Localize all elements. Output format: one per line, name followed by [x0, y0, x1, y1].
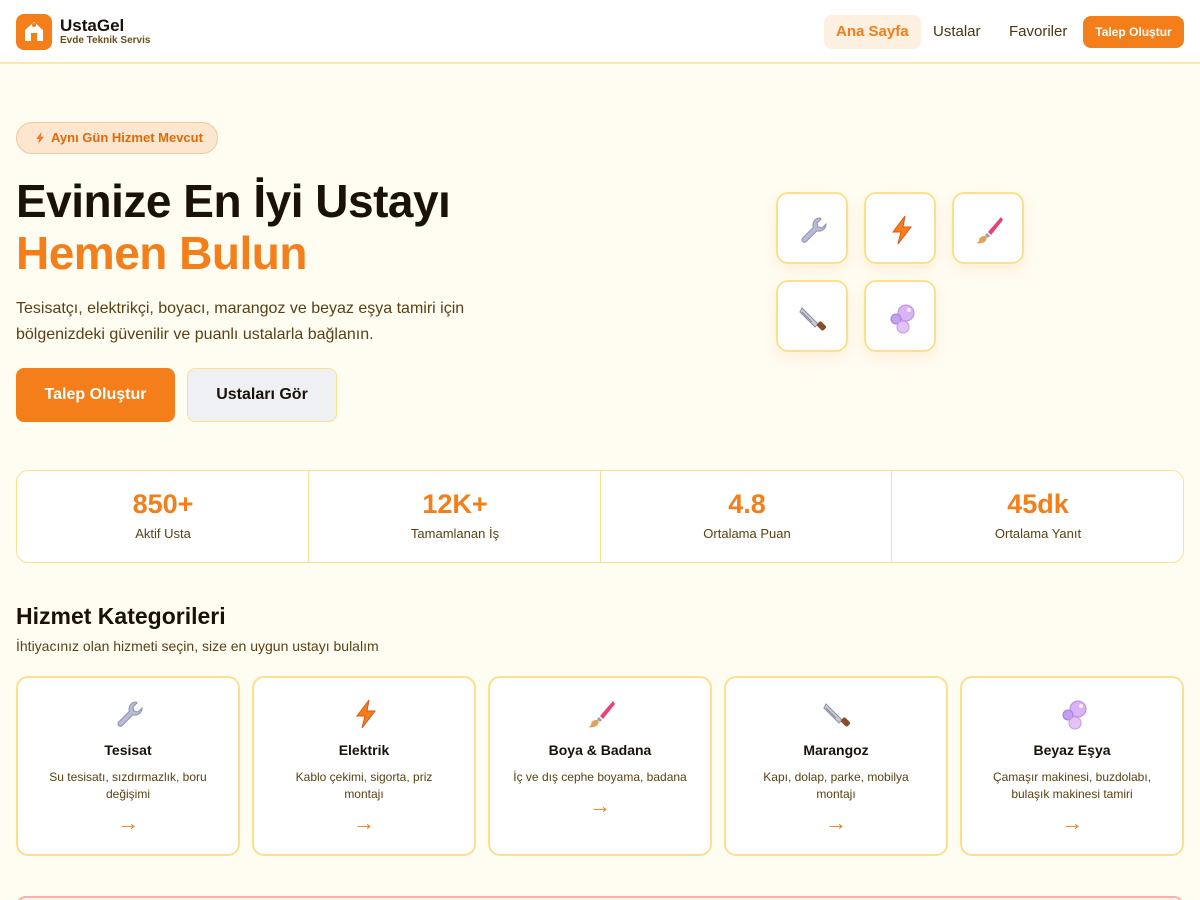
category-card-paint[interactable]: Boya & Badana İç ve dış cephe boyama, ba…: [488, 676, 712, 856]
tile-paint[interactable]: [952, 192, 1024, 264]
category-name: Beyaz Eşya: [1033, 742, 1111, 758]
category-name: Boya & Badana: [548, 742, 652, 758]
saw-icon: [822, 698, 854, 730]
paintbrush-icon: [974, 214, 1006, 246]
house-icon[interactable]: [16, 14, 52, 50]
arrow-right-icon[interactable]: →: [726, 810, 946, 836]
paintbrush-icon: [586, 698, 618, 730]
brand-tagline: Evde Teknik Servis: [60, 35, 151, 46]
nav-item-home[interactable]: Ana Sayfa: [824, 15, 921, 49]
category-card-appliance[interactable]: Beyaz Eşya Çamaşır makinesi, buzdolabı, …: [960, 676, 1184, 856]
category-description: İç ve dış cephe boyama, badana: [513, 770, 687, 784]
stat-average-response: 45dk Ortalama Yanıt: [892, 471, 1184, 562]
category-description: Kapı, dolap, parke, mobilya montajı: [763, 770, 909, 801]
arrow-right-icon[interactable]: →: [490, 793, 710, 819]
stat-value: 45dk: [1007, 489, 1069, 519]
hero-title-line2: Hemen Bulun: [16, 227, 307, 279]
create-request-button[interactable]: Talep Oluştur: [1083, 16, 1184, 48]
category-name: Marangoz: [803, 742, 869, 758]
stat-average-rating: 4.8 Ortalama Puan: [601, 471, 893, 562]
stat-label: Ortalama Puan: [703, 526, 791, 541]
badge-label: Aynı Gün Hizmet Mevcut: [51, 130, 203, 145]
stat-label: Ortalama Yanıt: [994, 526, 1082, 541]
category-card-plumbing[interactable]: Tesisat Su tesisatı, sızdırmazlık, boru …: [16, 676, 240, 856]
stats-panel: 850+ Aktif Usta 12K+ Tamamlanan İş 4.8 O…: [16, 470, 1184, 563]
same-day-badge: Aynı Gün Hizmet Mevcut: [16, 122, 218, 154]
categories-subtitle: İhtiyacınız olan hizmeti seçin, size en …: [16, 638, 379, 654]
stat-value: 12K+: [422, 489, 488, 519]
next-section-edge: [16, 896, 1184, 900]
wrench-icon: [114, 698, 146, 730]
hero-description: Tesisatçı, elektrikçi, boyacı, marangoz …: [16, 300, 465, 343]
category-description: Su tesisatı, sızdırmazlık, boru değişimi: [49, 770, 207, 801]
lightning-icon: [34, 130, 46, 146]
stat-value: 850+: [132, 489, 194, 519]
nav-item-favorites[interactable]: Favoriler: [997, 15, 1079, 49]
view-masters-button[interactable]: Ustaları Gör: [187, 368, 337, 422]
hero-create-request-button[interactable]: Talep Oluştur: [16, 368, 175, 422]
category-description: Çamaşır makinesi, buzdolabı, bulaşık mak…: [992, 770, 1152, 801]
stat-label: Aktif Usta: [135, 526, 191, 541]
lightning-icon: [886, 214, 918, 246]
category-name: Tesisat: [104, 742, 152, 758]
category-card-electric[interactable]: Elektrik Kablo çekimi, sigorta, priz mon…: [252, 676, 476, 856]
stat-label: Tamamlanan İş: [410, 526, 500, 541]
arrow-right-icon[interactable]: →: [254, 810, 474, 836]
wrench-icon: [798, 214, 830, 246]
category-card-carpentry[interactable]: Marangoz Kapı, dolap, parke, mobilya mon…: [724, 676, 948, 856]
arrow-right-icon[interactable]: →: [18, 810, 238, 836]
arrow-right-icon[interactable]: →: [962, 810, 1182, 836]
brand-name[interactable]: UstaGel: [60, 16, 124, 36]
hero-title-line1: Evinize En İyi Ustayı: [16, 175, 451, 227]
category-name: Elektrik: [338, 742, 390, 758]
categories-title: Hizmet Kategorileri: [16, 603, 226, 629]
bubbles-icon: [886, 302, 918, 334]
stat-value: 4.8: [728, 489, 766, 519]
tile-plumbing[interactable]: [776, 192, 848, 264]
saw-icon: [798, 302, 830, 334]
tile-appliance[interactable]: [864, 280, 936, 352]
top-header: UstaGel Evde Teknik Servis Ana Sayfa Ust…: [0, 0, 1200, 64]
category-description: Kablo çekimi, sigorta, priz montajı: [295, 770, 433, 801]
nav-item-masters[interactable]: Ustalar: [921, 15, 993, 49]
tile-carpentry[interactable]: [776, 280, 848, 352]
stat-completed-jobs: 12K+ Tamamlanan İş: [309, 471, 601, 562]
lightning-icon: [350, 698, 382, 730]
tile-electric[interactable]: [864, 192, 936, 264]
stat-active-masters: 850+ Aktif Usta: [17, 471, 309, 562]
bubbles-icon: [1058, 698, 1090, 730]
